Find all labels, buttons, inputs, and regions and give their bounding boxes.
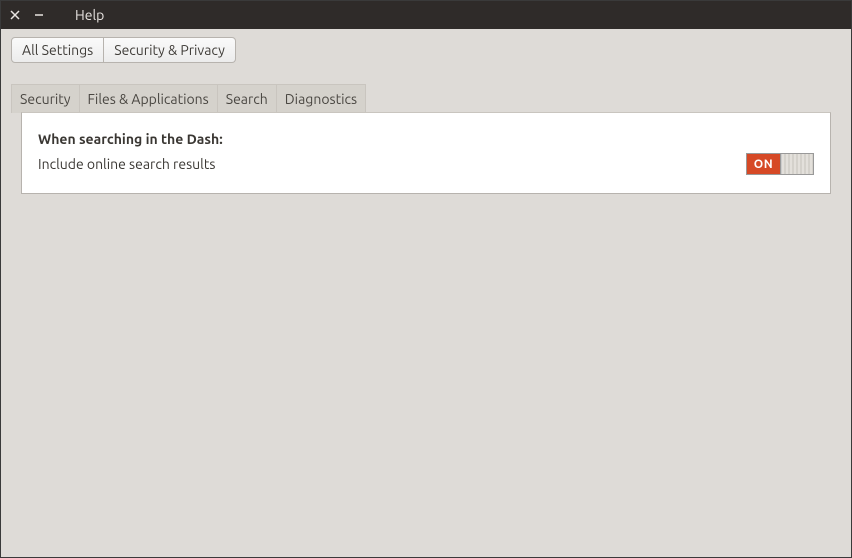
tab-files-applications[interactable]: Files & Applications — [80, 84, 218, 113]
tab-security[interactable]: Security — [11, 84, 80, 113]
section-heading: When searching in the Dash: — [38, 131, 814, 147]
online-search-toggle[interactable]: ON — [746, 153, 814, 175]
window-titlebar: Help — [1, 1, 851, 29]
tab-content: When searching in the Dash: Include onli… — [21, 112, 831, 194]
security-privacy-button[interactable]: Security & Privacy — [104, 37, 236, 63]
tab-bar: Security Files & Applications Search Dia… — [1, 67, 851, 204]
toggle-knob — [781, 154, 813, 174]
settings-window: Help All Settings Security & Privacy Sec… — [0, 0, 852, 558]
option-row: Include online search results ON — [38, 153, 814, 175]
option-label: Include online search results — [38, 156, 215, 172]
tab-diagnostics[interactable]: Diagnostics — [277, 84, 366, 113]
minimize-icon[interactable] — [31, 7, 47, 23]
help-menu[interactable]: Help — [75, 7, 104, 23]
toggle-on-label: ON — [747, 154, 781, 174]
tab-search[interactable]: Search — [218, 84, 277, 113]
breadcrumb-buttons: All Settings Security & Privacy — [11, 37, 236, 63]
all-settings-button[interactable]: All Settings — [11, 37, 104, 63]
breadcrumb: All Settings Security & Privacy — [1, 29, 851, 67]
close-icon[interactable] — [7, 7, 23, 23]
